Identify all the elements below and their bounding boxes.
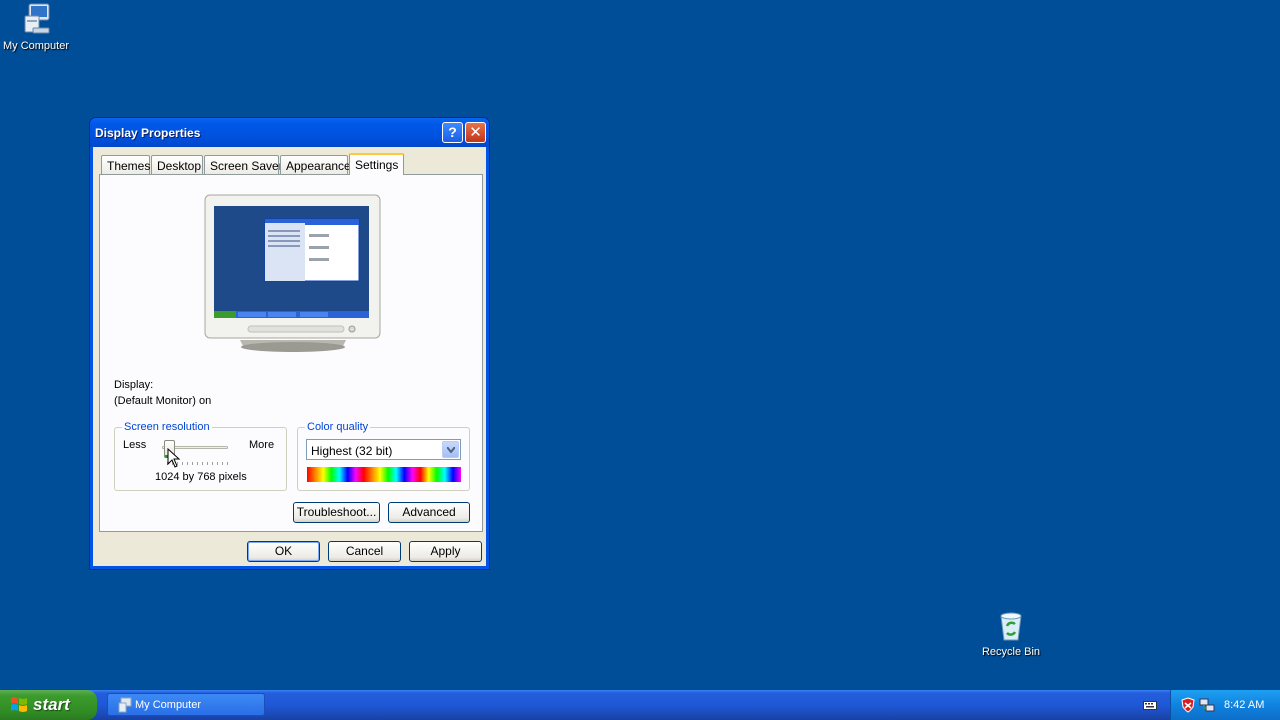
- keyboard-icon[interactable]: [1143, 699, 1157, 711]
- security-shield-icon[interactable]: [1181, 697, 1195, 713]
- chevron-down-icon[interactable]: [442, 441, 459, 458]
- resolution-value: 1024 by 768 pixels: [155, 471, 247, 483]
- cancel-button[interactable]: Cancel: [328, 541, 401, 562]
- window-client-area: Themes Desktop Screen Saver Appearance S…: [93, 147, 486, 566]
- help-button[interactable]: ?: [442, 122, 463, 143]
- my-computer-icon: [24, 3, 50, 34]
- tab-screen-saver[interactable]: Screen Saver: [204, 155, 283, 174]
- color-quality-title: Color quality: [305, 421, 371, 433]
- close-button[interactable]: ✕: [465, 122, 486, 143]
- desktop-icon-my-computer[interactable]: My Computer: [0, 2, 74, 52]
- start-button[interactable]: start: [0, 690, 97, 720]
- desktop-icon-label: My Computer: [2, 40, 70, 52]
- tab-appearance[interactable]: Appearance: [280, 155, 351, 174]
- display-value: (Default Monitor) on: [114, 395, 212, 407]
- window-title: Display Properties: [95, 126, 201, 140]
- display-properties-window: Display Properties ? ✕ Themes Desktop Sc…: [89, 117, 490, 570]
- mouse-cursor-icon: [167, 448, 181, 468]
- color-quality-group: Color quality Highest (32 bit): [297, 421, 470, 491]
- screen-resolution-group: Screen resolution Less More 1024 by 768 …: [114, 421, 287, 491]
- advanced-button[interactable]: Advanced: [388, 502, 470, 523]
- network-icon[interactable]: [1199, 697, 1215, 713]
- apply-button[interactable]: Apply: [409, 541, 482, 562]
- slider-more-label: More: [249, 439, 275, 451]
- desktop-icon-recycle-bin[interactable]: Recycle Bin: [973, 610, 1049, 658]
- tab-settings[interactable]: Settings: [349, 153, 404, 175]
- color-spectrum-bar: [307, 467, 461, 482]
- windows-flag-icon: [11, 697, 27, 712]
- screen-resolution-title: Screen resolution: [122, 421, 212, 433]
- clock: 8:42 AM: [1224, 699, 1265, 711]
- title-bar[interactable]: Display Properties ? ✕: [90, 118, 489, 147]
- taskbar: start My Computer 8:42 AM: [0, 690, 1280, 720]
- my-computer-icon: [118, 697, 132, 713]
- tab-themes[interactable]: Themes: [101, 155, 150, 174]
- taskbar-item-my-computer[interactable]: My Computer: [107, 693, 265, 716]
- monitor-preview: [204, 194, 381, 352]
- display-label: Display:: [114, 379, 154, 391]
- troubleshoot-button[interactable]: Troubleshoot...: [293, 502, 380, 523]
- color-quality-select[interactable]: Highest (32 bit): [306, 439, 461, 460]
- taskbar-item-label: My Computer: [135, 699, 202, 711]
- start-label: start: [33, 695, 70, 714]
- settings-panel: Display: (Default Monitor) on Screen res…: [99, 174, 483, 532]
- slider-less-label: Less: [123, 439, 147, 451]
- tab-desktop[interactable]: Desktop: [151, 155, 203, 174]
- system-tray: 8:42 AM: [1170, 690, 1280, 720]
- recycle-bin-icon: [1000, 612, 1022, 641]
- ok-button[interactable]: OK: [247, 541, 320, 562]
- color-quality-value: Highest (32 bit): [311, 444, 393, 458]
- desktop-icon-label: Recycle Bin: [981, 646, 1041, 658]
